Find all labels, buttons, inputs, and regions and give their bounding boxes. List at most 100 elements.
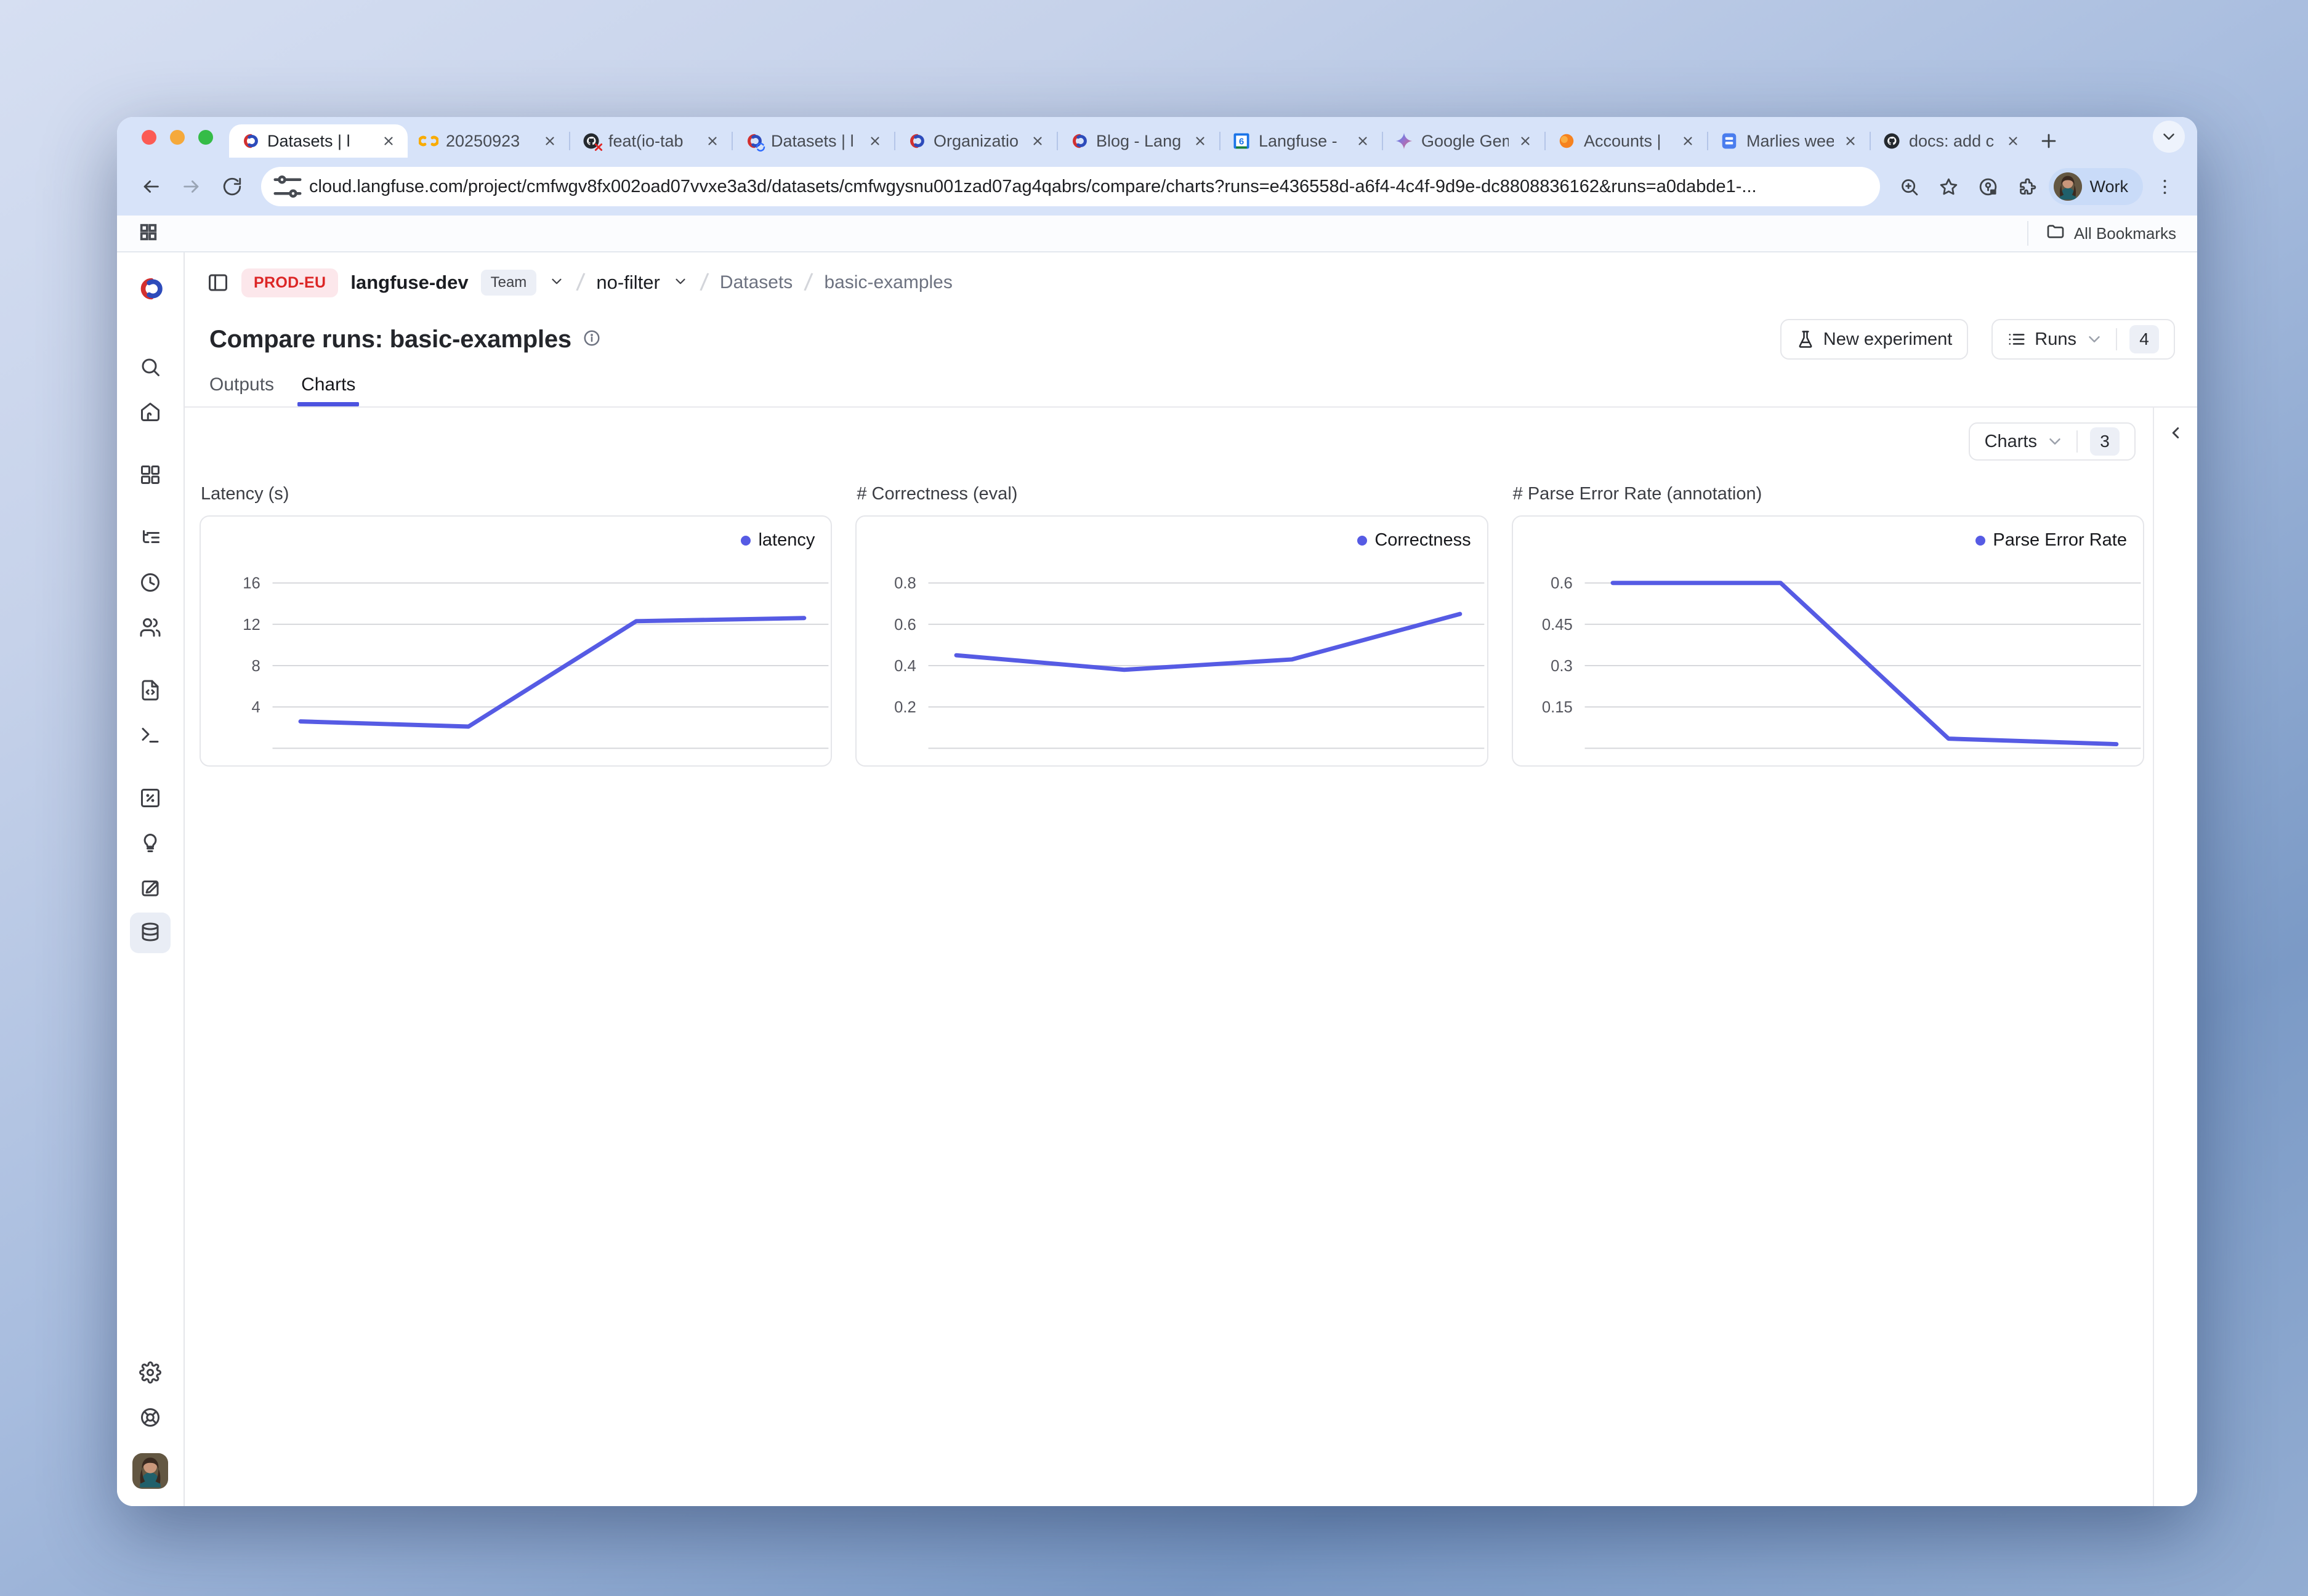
langfuse-favicon — [240, 131, 260, 151]
project-chevron-down-icon[interactable] — [672, 273, 688, 292]
org-role-badge: Team — [481, 270, 537, 296]
sidebar-item-annotation[interactable] — [130, 868, 171, 908]
zoom-page-icon[interactable] — [1891, 169, 1927, 204]
user-avatar[interactable] — [132, 1453, 168, 1489]
apps-grid-icon[interactable] — [138, 222, 159, 246]
tab-close-icon[interactable] — [1679, 132, 1697, 150]
tab-close-icon[interactable] — [866, 132, 884, 150]
tab-close-icon[interactable] — [541, 132, 559, 150]
chart-card[interactable]: 481216latency — [200, 515, 832, 767]
chart-card[interactable]: 0.20.40.60.8Correctness — [855, 515, 1488, 767]
tab-close-icon[interactable] — [1191, 132, 1209, 150]
browser-tab[interactable]: docs: add c — [1871, 124, 2032, 158]
browser-tab[interactable]: 6 Langfuse - — [1221, 124, 1382, 158]
browser-tab[interactable]: Accounts | — [1546, 124, 1707, 158]
tab-close-icon[interactable] — [1841, 132, 1860, 150]
zoom-window-button[interactable] — [198, 130, 213, 145]
svg-text:0.4: 0.4 — [894, 658, 916, 675]
sidebar-item-evals[interactable] — [130, 778, 171, 818]
browser-tab[interactable]: Blog - Lang — [1058, 124, 1219, 158]
chart-title: # Parse Error Rate (annotation) — [1513, 484, 2144, 504]
minimize-window-button[interactable] — [170, 130, 185, 145]
runs-dropdown[interactable]: Runs 4 — [1991, 319, 2175, 360]
tab-title: Langfuse - — [1259, 132, 1346, 151]
sidebar-item-settings[interactable] — [130, 1352, 171, 1393]
address-bar[interactable]: cloud.langfuse.com/project/cmfwgv8fx002o… — [261, 167, 1880, 206]
all-bookmarks-button[interactable]: All Bookmarks — [2027, 221, 2176, 246]
chart-legend: Correctness — [1357, 530, 1471, 550]
charts-dropdown-label: Charts — [1985, 432, 2037, 452]
sidebar-item-users[interactable] — [130, 607, 171, 648]
chevron-left-icon[interactable] — [2166, 424, 2185, 442]
page-title: Compare runs: basic-examples — [209, 326, 571, 353]
org-name[interactable]: langfuse-dev — [350, 272, 468, 294]
sidebar-item-playground[interactable] — [130, 715, 171, 756]
github-x-favicon — [581, 131, 601, 151]
sidebar-toggle-icon[interactable] — [207, 272, 229, 294]
sidebar-item-insights[interactable] — [130, 823, 171, 863]
org-chevron-down-icon[interactable] — [549, 273, 565, 292]
browser-tab[interactable]: Datasets | l — [229, 124, 408, 158]
password-manager-icon[interactable] — [1970, 169, 2006, 204]
browser-tab[interactable]: feat(io-tab — [570, 124, 732, 158]
sidebar-item-search[interactable] — [130, 347, 171, 387]
browser-tab[interactable]: Datasets | l — [733, 124, 894, 158]
browser-tab[interactable]: Google Gem — [1383, 124, 1544, 158]
close-window-button[interactable] — [142, 130, 156, 145]
browser-tab[interactable]: Marlies wee — [1708, 124, 1870, 158]
sidebar-item-sessions[interactable] — [130, 562, 171, 603]
svg-text:0.45: 0.45 — [1541, 616, 1572, 634]
charts-dropdown[interactable]: Charts 3 — [1969, 422, 2136, 461]
tab-close-icon[interactable] — [1354, 132, 1372, 150]
chart-title: Latency (s) — [201, 484, 832, 504]
tab-close-icon[interactable] — [1028, 132, 1047, 150]
browser-profile-button[interactable]: Work — [2049, 168, 2143, 205]
chart-block: # Correctness (eval) 0.20.40.60.8Correctn… — [855, 484, 1488, 767]
forward-button[interactable] — [174, 169, 209, 204]
sidebar-item-datasets[interactable] — [130, 913, 171, 953]
tab-charts[interactable]: Charts — [301, 374, 355, 406]
tab-close-icon[interactable] — [703, 132, 722, 150]
site-settings-icon[interactable] — [271, 173, 304, 200]
browser-tab[interactable]: Organizatio — [895, 124, 1057, 158]
tab-strip: Datasets | l20250923feat(io-tabDatasets … — [117, 117, 2197, 158]
legend-dot — [741, 536, 751, 546]
tab-close-icon[interactable] — [2004, 132, 2022, 150]
sidebar-item-support[interactable] — [130, 1397, 171, 1438]
folder-icon — [2046, 222, 2065, 246]
chart-title: # Correctness (eval) — [857, 484, 1488, 504]
chart-card[interactable]: 0.150.30.450.6Parse Error Rate — [1512, 515, 2144, 767]
list-icon — [2007, 330, 2026, 349]
reload-button[interactable] — [214, 169, 250, 204]
sidebar-item-dashboard[interactable] — [130, 454, 171, 495]
svg-text:6: 6 — [1239, 137, 1244, 147]
line-chart: 481216 — [201, 517, 831, 765]
browser-tab[interactable]: 20250923 — [408, 124, 569, 158]
tab-title: Datasets | l — [771, 132, 858, 151]
sidebar-item-prompts[interactable] — [130, 670, 171, 711]
tab-close-icon[interactable] — [379, 132, 398, 150]
chart-legend: latency — [741, 530, 815, 550]
sidebar-item-home[interactable] — [130, 392, 171, 432]
sessions-icon — [139, 571, 161, 594]
project-name[interactable]: no-filter — [596, 272, 660, 294]
tab-search-button[interactable] — [2153, 121, 2185, 153]
legend-label: Parse Error Rate — [1993, 530, 2127, 550]
environment-badge[interactable]: PROD-EU — [241, 268, 338, 297]
breadcrumb-datasets-link[interactable]: Datasets — [720, 272, 793, 293]
sidebar-item-tracing[interactable] — [130, 517, 171, 558]
back-button[interactable] — [133, 169, 169, 204]
url-text[interactable]: cloud.langfuse.com/project/cmfwgv8fx002o… — [309, 177, 1864, 197]
new-experiment-button[interactable]: New experiment — [1780, 319, 1969, 360]
new-tab-button[interactable] — [2032, 124, 2065, 158]
bookmark-star-icon[interactable] — [1931, 169, 1966, 204]
info-icon[interactable] — [583, 329, 601, 350]
breadcrumb-dataset-name[interactable]: basic-examples — [824, 272, 952, 293]
profile-avatar — [2054, 172, 2082, 201]
tab-title: Marlies wee — [1746, 132, 1834, 151]
langfuse-logo[interactable] — [136, 275, 164, 303]
extensions-icon[interactable] — [2009, 169, 2045, 204]
tab-outputs[interactable]: Outputs — [209, 374, 274, 406]
browser-menu-icon[interactable] — [2147, 169, 2182, 204]
tab-close-icon[interactable] — [1516, 132, 1535, 150]
